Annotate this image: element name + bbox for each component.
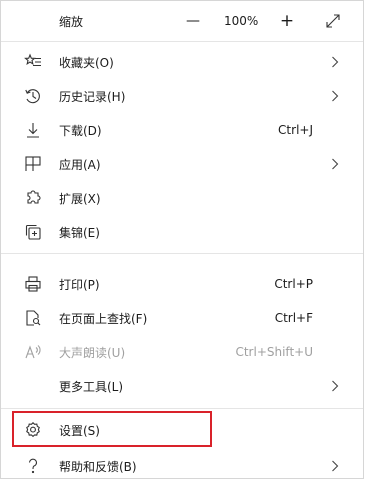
read-aloud-icon	[23, 342, 43, 362]
shortcut-label: Ctrl+Shift+U	[235, 345, 313, 359]
favorites-icon	[23, 52, 43, 72]
browser-settings-menu: 缩放 — 100% + 收藏夹(O) 历史记录(H) 下载(D) Ctrl+J …	[0, 0, 364, 479]
plus-icon: +	[279, 11, 295, 31]
help-icon	[23, 456, 43, 476]
chevron-right-icon	[329, 157, 341, 171]
menu-item-help-feedback[interactable]: 帮助和反馈(B)	[1, 449, 363, 483]
collections-icon	[23, 222, 43, 242]
menu-item-more-tools[interactable]: 更多工具(L)	[1, 369, 363, 403]
menu-item-label: 打印(P)	[59, 277, 100, 292]
settings-icon	[23, 420, 43, 440]
zoom-row: 缩放 — 100% +	[1, 4, 363, 38]
menu-item-label: 在页面上查找(F)	[59, 311, 148, 326]
menu-item-label: 扩展(X)	[59, 191, 101, 206]
menu-item-extensions[interactable]: 扩展(X)	[1, 181, 363, 215]
menu-item-label: 大声朗读(U)	[59, 345, 126, 360]
menu-item-label: 应用(A)	[59, 157, 101, 172]
chevron-right-icon	[329, 89, 341, 103]
extensions-icon	[23, 188, 43, 208]
separator	[1, 41, 363, 42]
minus-icon: —	[186, 13, 200, 29]
menu-item-read-aloud[interactable]: 大声朗读(U) Ctrl+Shift+U	[1, 335, 363, 369]
menu-item-label: 集锦(E)	[59, 225, 100, 240]
menu-item-downloads[interactable]: 下载(D) Ctrl+J	[1, 113, 363, 147]
menu-item-label: 下载(D)	[59, 123, 102, 138]
chevron-right-icon	[329, 379, 341, 393]
menu-item-label: 更多工具(L)	[59, 379, 124, 394]
find-icon	[23, 308, 43, 328]
history-icon	[23, 86, 43, 106]
menu-item-label: 历史记录(H)	[59, 89, 126, 104]
menu-item-label: 收藏夹(O)	[59, 55, 114, 70]
separator	[1, 408, 363, 409]
shortcut-label: Ctrl+J	[278, 123, 313, 137]
separator	[1, 253, 363, 254]
fullscreen-icon	[326, 14, 340, 28]
zoom-in-button[interactable]: +	[273, 7, 301, 35]
print-icon	[23, 274, 43, 294]
zoom-value: 100%	[224, 14, 259, 28]
menu-item-label: 设置(S)	[59, 423, 100, 438]
zoom-label: 缩放	[59, 14, 84, 29]
fullscreen-button[interactable]	[319, 7, 347, 35]
chevron-right-icon	[329, 459, 341, 473]
menu-item-label: 帮助和反馈(B)	[59, 459, 137, 474]
shortcut-label: Ctrl+P	[274, 277, 313, 291]
shortcut-label: Ctrl+F	[274, 311, 313, 325]
zoom-out-button[interactable]: —	[179, 7, 207, 35]
download-icon	[23, 120, 43, 140]
menu-item-print[interactable]: 打印(P) Ctrl+P	[1, 267, 363, 301]
menu-item-favorites[interactable]: 收藏夹(O)	[1, 45, 363, 79]
apps-icon	[23, 154, 43, 174]
menu-item-settings[interactable]: 设置(S)	[1, 413, 363, 447]
menu-item-history[interactable]: 历史记录(H)	[1, 79, 363, 113]
menu-item-apps[interactable]: 应用(A)	[1, 147, 363, 181]
menu-item-find-on-page[interactable]: 在页面上查找(F) Ctrl+F	[1, 301, 363, 335]
chevron-right-icon	[329, 55, 341, 69]
menu-item-collections[interactable]: 集锦(E)	[1, 215, 363, 249]
